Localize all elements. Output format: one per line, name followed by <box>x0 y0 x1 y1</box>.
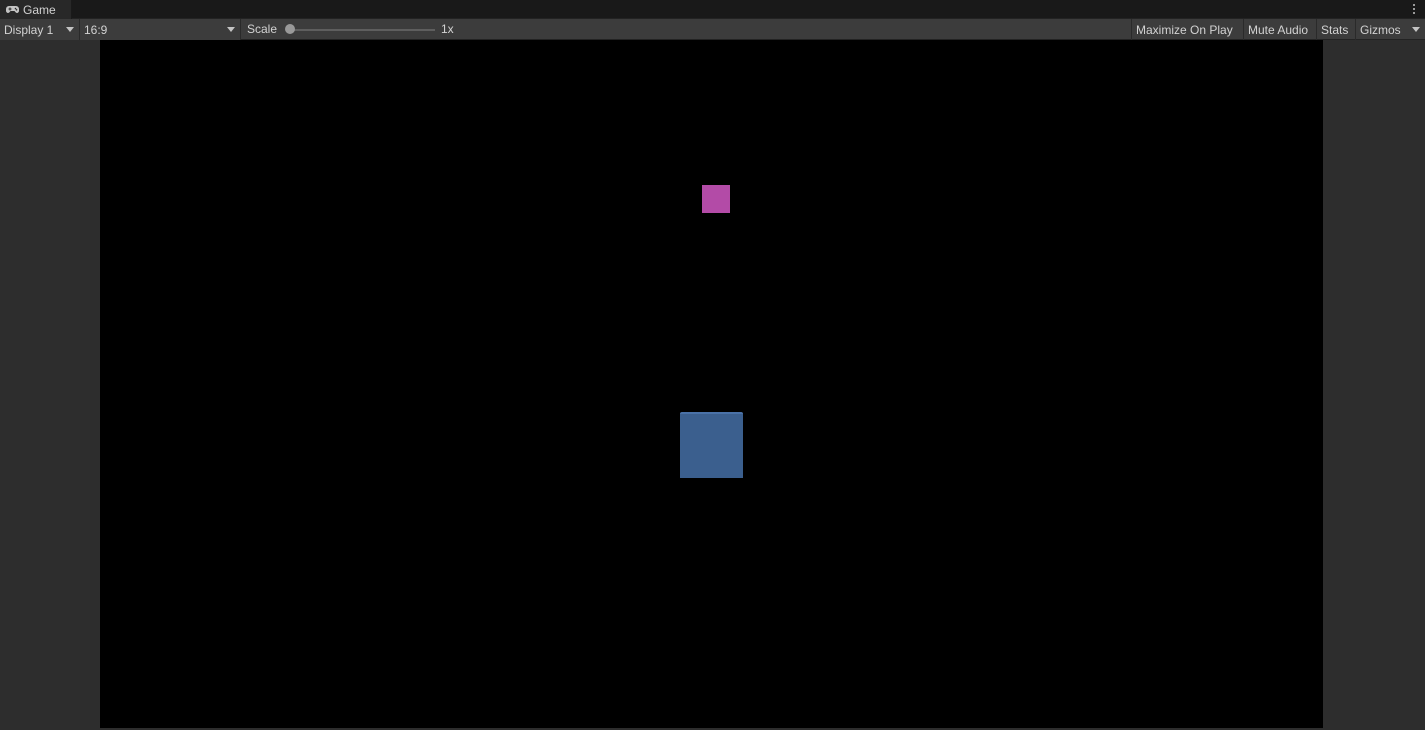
display-dropdown-label: Display 1 <box>4 22 54 37</box>
scale-slider-thumb[interactable] <box>285 24 295 34</box>
maximize-on-play-label: Maximize On Play <box>1136 22 1233 37</box>
aspect-ratio-dropdown[interactable]: 16:9 <box>80 19 241 40</box>
mute-audio-button[interactable]: Mute Audio <box>1243 19 1315 40</box>
stats-label: Stats <box>1321 22 1349 37</box>
mute-audio-label: Mute Audio <box>1248 22 1309 37</box>
gizmos-button[interactable]: Gizmos <box>1355 19 1425 40</box>
maximize-on-play-button[interactable]: Maximize On Play <box>1131 19 1241 40</box>
scale-label: Scale <box>247 22 278 36</box>
gizmos-label: Gizmos <box>1360 22 1401 37</box>
gamepad-icon <box>6 6 19 13</box>
pink-cube <box>702 185 730 213</box>
tab-game[interactable]: Game <box>0 0 72 19</box>
scale-control: Scale 1x <box>241 19 461 40</box>
game-canvas[interactable] <box>100 40 1323 728</box>
scale-value: 1x <box>441 22 454 36</box>
stats-button[interactable]: Stats <box>1316 19 1354 40</box>
aspect-ratio-label: 16:9 <box>84 22 108 37</box>
game-toolbar: Display 1 16:9 Scale 1x Maximize On Play… <box>0 19 1425 40</box>
blue-cube <box>680 412 743 478</box>
chevron-down-icon <box>66 27 74 32</box>
more-options-icon[interactable] <box>1411 2 1417 16</box>
chevron-down-icon <box>227 27 235 32</box>
tab-label: Game <box>23 2 56 17</box>
letterbox-right <box>1323 40 1425 730</box>
display-dropdown[interactable]: Display 1 <box>0 19 80 40</box>
window-tab-bar: Game <box>0 0 1425 19</box>
chevron-down-icon[interactable] <box>1412 27 1420 32</box>
letterbox-left <box>0 40 100 730</box>
game-view <box>0 40 1425 730</box>
scale-slider-track[interactable] <box>289 29 435 31</box>
